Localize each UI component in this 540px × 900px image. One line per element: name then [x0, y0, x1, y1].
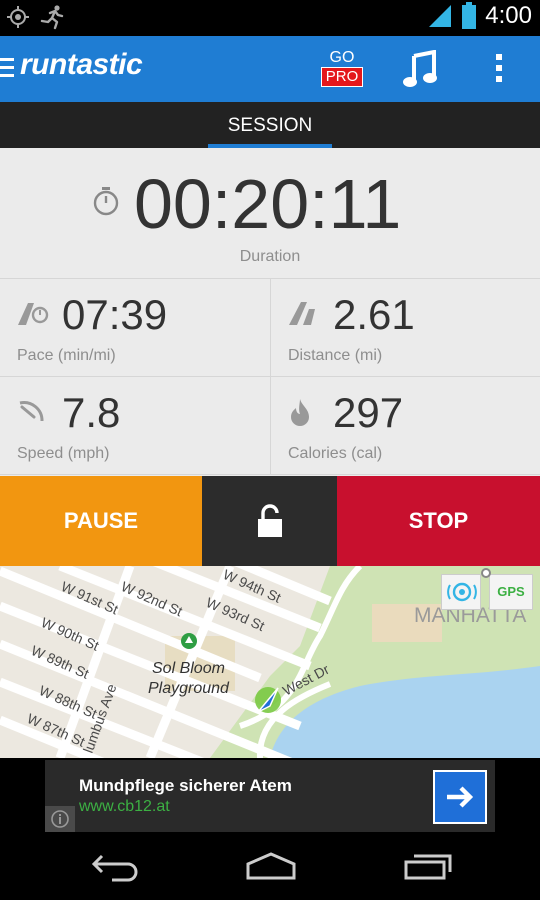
duration-label: Duration [239, 248, 301, 265]
pace-value: 07:39 [62, 291, 168, 338]
ad-banner[interactable]: Mundpflege sicherer Atem www.cb12.at [0, 758, 540, 832]
tab-session[interactable]: SESSION [208, 102, 332, 148]
arrow-right-icon [447, 786, 474, 808]
signal-icon [429, 5, 452, 27]
speedometer-icon [19, 401, 44, 422]
ad-url[interactable]: www.cb12.at [79, 798, 170, 816]
ad-title[interactable]: Mundpflege sicherer Atem [79, 776, 292, 796]
road-icon [289, 302, 315, 325]
pause-button[interactable]: PAUSE [0, 476, 202, 566]
gps-status: GPS [489, 574, 533, 610]
current-location-icon [255, 687, 281, 713]
map-label-sol-bloom: Sol Bloom [152, 660, 225, 677]
speed-panel[interactable]: 7.8 Speed (mph) [0, 377, 270, 475]
ad-info-icon[interactable] [45, 806, 75, 832]
go-pro-button[interactable]: GO PRO [318, 49, 366, 87]
action-bar: runtastic GO PRO [0, 36, 540, 102]
follow-location-button[interactable] [441, 574, 481, 610]
back-icon[interactable] [88, 852, 138, 882]
tab-session-label: SESSION [227, 115, 313, 136]
gps-label: GPS [497, 584, 525, 599]
speed-value: 7.8 [62, 389, 121, 436]
calories-label: Calories (cal) [288, 445, 383, 462]
status-bar: 4:00 [0, 0, 540, 36]
status-time: 4:00 [485, 2, 532, 29]
lock-button[interactable] [202, 476, 337, 566]
music-icon[interactable] [402, 50, 438, 88]
overflow-menu-icon[interactable] [496, 54, 504, 87]
tab-bar: SESSION [0, 102, 540, 148]
gps-indicator-dot [481, 568, 491, 578]
distance-panel[interactable]: 2.61 Distance (mi) [270, 279, 540, 377]
duration-panel: 00:20:11 Duration [0, 148, 540, 279]
menu-icon[interactable] [0, 58, 14, 78]
system-nav-bar [0, 832, 540, 900]
runner-icon [40, 5, 64, 30]
map-label-w92: W 92nd St [119, 578, 185, 619]
duration-value: 00:20:11 [134, 165, 402, 243]
route-map[interactable]: W 94th St W 93rd St W 92nd St W 91st St … [0, 566, 540, 758]
pro-badge: PRO [320, 67, 364, 87]
stopwatch-icon [93, 187, 119, 216]
pace-label: Pace (min/mi) [17, 347, 116, 364]
satellite-icon [447, 582, 477, 602]
recent-apps-icon[interactable] [404, 852, 454, 882]
home-icon[interactable] [244, 852, 298, 882]
park-pin-icon [181, 633, 197, 649]
distance-value: 2.61 [333, 291, 415, 338]
calories-panel[interactable]: 297 Calories (cal) [270, 377, 540, 475]
pace-panel[interactable]: 07:39 Pace (min/mi) [0, 279, 270, 377]
gps-target-icon [7, 6, 29, 28]
app-logo[interactable]: runtastic [20, 48, 143, 82]
map-label-playground: Playground [148, 680, 230, 697]
flame-icon [291, 399, 309, 426]
battery-icon [462, 2, 477, 29]
stop-button[interactable]: STOP [337, 476, 540, 566]
calories-value: 297 [333, 389, 404, 436]
speed-label: Speed (mph) [17, 445, 110, 462]
go-label: GO [329, 49, 355, 66]
session-controls: PAUSE STOP [0, 476, 540, 566]
session-stats: 00:20:11 Duration 07:39 Pace (min/mi) 2.… [0, 148, 540, 476]
ad-go-button[interactable] [433, 770, 487, 824]
distance-label: Distance (mi) [288, 347, 383, 364]
pace-icon [18, 303, 49, 325]
padlock-icon [257, 504, 282, 537]
